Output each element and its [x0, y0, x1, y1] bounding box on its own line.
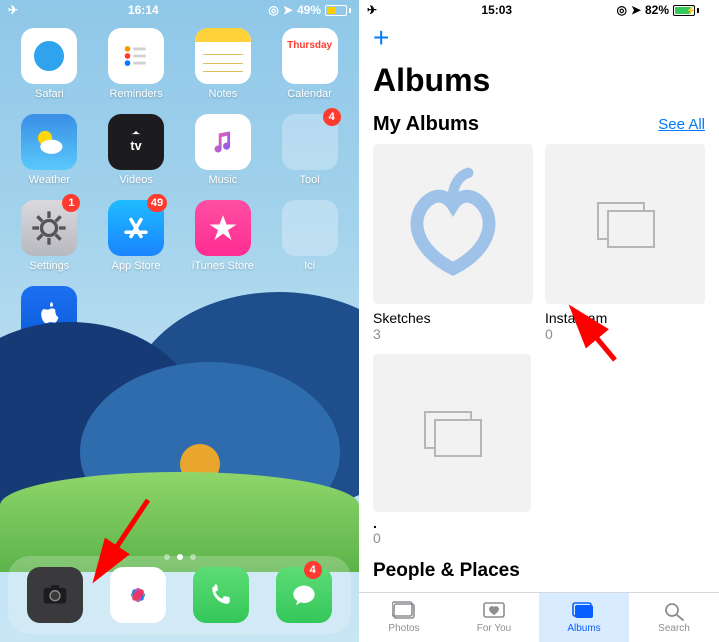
see-all-link[interactable]: See All: [658, 116, 705, 133]
photos-tab-icon: [392, 601, 416, 621]
app-label: Notes: [209, 88, 238, 100]
battery-icon: [325, 5, 351, 16]
app-label: iTunes Store: [192, 260, 254, 272]
app-label: Settings: [30, 260, 70, 272]
add-button[interactable]: +: [373, 22, 389, 53]
photos-albums-screen: ✈ 15:03 ◎ ➤ 82% ⚡ + Albums My Albums See…: [359, 0, 719, 642]
messages-icon: [276, 567, 332, 623]
tab-photos[interactable]: Photos: [359, 593, 449, 642]
folder-icon: [282, 200, 338, 256]
app-weather[interactable]: Weather: [8, 114, 90, 186]
tab-label: For You: [477, 623, 511, 634]
tv-icon: tv: [108, 114, 164, 170]
dock-phone[interactable]: [193, 567, 249, 623]
app-safari[interactable]: Safari: [8, 28, 90, 100]
reminders-icon: [108, 28, 164, 84]
star-icon: [195, 200, 251, 256]
badge: 4: [304, 561, 322, 579]
app-itunes[interactable]: iTunes Store: [182, 200, 264, 272]
compass-icon: ◎: [616, 3, 626, 17]
status-bar: ✈ 15:03 ◎ ➤ 82% ⚡: [359, 0, 719, 18]
album-count: 0: [545, 326, 705, 342]
app-ici-folder[interactable]: Ici: [269, 200, 351, 272]
app-tool-folder[interactable]: 4 Tool: [269, 114, 351, 186]
location-icon: ➤: [283, 3, 293, 17]
tab-label: Search: [658, 623, 690, 634]
album-sketches[interactable]: Sketches 3: [373, 144, 533, 342]
photos-icon: [110, 567, 166, 623]
badge: 4: [323, 108, 341, 126]
camera-icon: [27, 567, 83, 623]
status-time: 15:03: [481, 3, 512, 17]
tab-search[interactable]: Search: [629, 593, 719, 642]
album-name: Instagram: [545, 310, 705, 326]
empty-stack-icon: [424, 411, 480, 455]
badge: 49: [147, 194, 167, 212]
app-label: Tool: [300, 174, 320, 186]
tab-foryou[interactable]: For You: [449, 593, 539, 642]
tab-label: Albums: [567, 623, 600, 634]
album-thumbnail: [373, 354, 531, 512]
tab-label: Photos: [388, 623, 419, 634]
app-videos[interactable]: tv Videos: [95, 114, 177, 186]
badge: 1: [62, 194, 80, 212]
safari-icon: [21, 28, 77, 84]
compass-icon: ◎: [268, 3, 278, 17]
location-icon: ➤: [631, 3, 641, 17]
calendar-day: 11: [296, 51, 323, 77]
battery-icon: ⚡: [673, 5, 711, 16]
notes-icon: [195, 28, 251, 84]
album-instagram[interactable]: Instagram 0: [545, 144, 705, 342]
airplane-icon: ✈: [367, 3, 377, 17]
dock-photos[interactable]: [110, 567, 166, 623]
dock-messages[interactable]: 4: [276, 567, 332, 623]
album-count: 3: [373, 326, 533, 342]
app-label: Ici: [304, 260, 315, 272]
app-label: Reminders: [110, 88, 163, 100]
foryou-tab-icon: [482, 601, 506, 621]
home-screen: ✈ 16:14 ◎ ➤ 49% Safari Reminders: [0, 0, 359, 642]
album-thumbnail: [373, 144, 533, 304]
album-name: Sketches: [373, 310, 533, 326]
album-thumbnail: [545, 144, 705, 304]
battery-pct: 82%: [645, 3, 669, 17]
app-label: Safari: [35, 88, 64, 100]
app-label: Weather: [29, 174, 70, 186]
tab-albums[interactable]: Albums: [539, 593, 629, 642]
dock: 4: [8, 556, 351, 634]
app-calendar[interactable]: Thursday 11 Calendar: [269, 28, 351, 100]
svg-text:tv: tv: [130, 139, 141, 153]
weather-icon: [21, 114, 77, 170]
app-notes[interactable]: Notes: [182, 28, 264, 100]
app-label: Calendar: [287, 88, 332, 100]
empty-stack-icon: [597, 202, 653, 246]
dock-camera[interactable]: [27, 567, 83, 623]
app-settings[interactable]: 1 Settings: [8, 200, 90, 272]
search-tab-icon: [662, 601, 686, 621]
app-label: Music: [209, 174, 238, 186]
status-time: 16:14: [128, 3, 159, 17]
album-dot[interactable]: [373, 354, 705, 512]
app-label: Videos: [119, 174, 152, 186]
app-music[interactable]: Music: [182, 114, 264, 186]
album-count: 0: [359, 530, 719, 546]
airplane-icon: ✈: [8, 3, 18, 17]
status-bar: ✈ 16:14 ◎ ➤ 49%: [0, 0, 359, 18]
section-my-albums: My Albums: [373, 113, 479, 136]
music-icon: [195, 114, 251, 170]
calendar-icon: Thursday 11: [282, 28, 338, 84]
tab-bar: Photos For You Albums Search: [359, 592, 719, 642]
app-appstore[interactable]: 49 App Store: [95, 200, 177, 272]
albums-tab-icon: [572, 601, 596, 621]
section-people-places: People & Places: [373, 560, 705, 582]
phone-icon: [193, 567, 249, 623]
app-label: App Store: [112, 260, 161, 272]
battery-pct: 49%: [297, 3, 321, 17]
page-title: Albums: [359, 54, 719, 109]
app-reminders[interactable]: Reminders: [95, 28, 177, 100]
album-name: .: [359, 512, 719, 530]
